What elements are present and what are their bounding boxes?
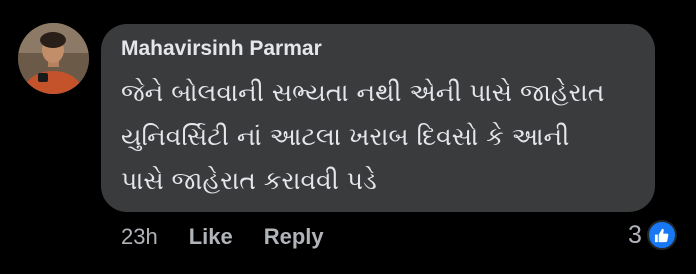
reaction-summary[interactable]: 3 (628, 219, 677, 251)
author-name[interactable]: Mahavirsinh Parmar (121, 37, 322, 61)
comment-text-line: યુનિવર્સિટી નાં આટલા ખરાબ દિવસો કે આની (121, 122, 570, 151)
thumbs-up-icon (646, 220, 677, 250)
comment-text-line: જેને બોલવાની સભ્યતા નથી એની પાસે જાહેરાત (121, 78, 605, 107)
comment-bubble: Mahavirsinh Parmar જેને બોલવાની સભ્યતા ન… (101, 24, 655, 212)
like-button[interactable]: Like (189, 224, 233, 250)
reply-button[interactable]: Reply (264, 224, 324, 250)
comment-timestamp[interactable]: 23h (121, 224, 158, 250)
avatar-photo (18, 23, 89, 94)
comment-text: જેને બોલવાની સભ્યતા નથી એની પાસે જાહેરાત… (121, 71, 641, 203)
reaction-count: 3 (628, 220, 642, 249)
author-avatar[interactable] (18, 23, 89, 94)
comment-text-line: પાસે જાહેરાત કરાવવી પડે (121, 166, 377, 195)
comment-actions: 23h Like Reply (121, 222, 324, 252)
